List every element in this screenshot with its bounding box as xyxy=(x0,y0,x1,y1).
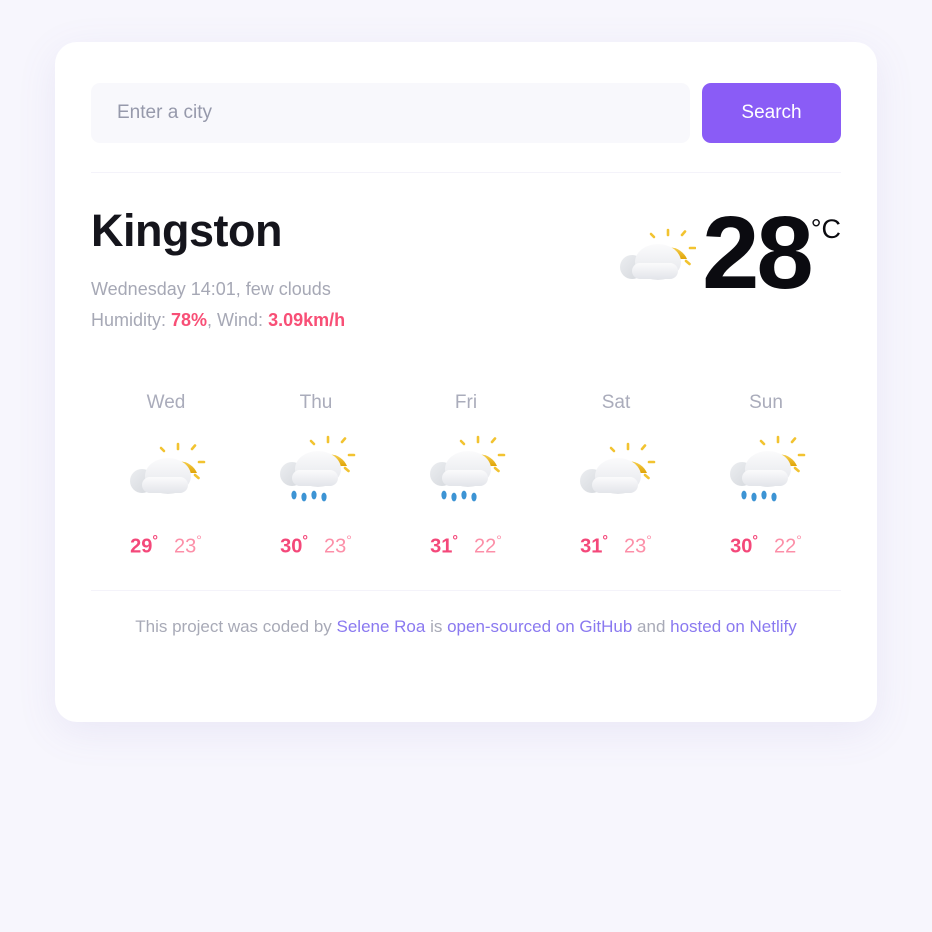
forecast-day-label: Sun xyxy=(749,391,783,413)
forecast-temp-min: 23° xyxy=(174,531,202,558)
netlify-link[interactable]: hosted on Netlify xyxy=(670,617,797,636)
forecast-row: Wed 29° 23° Thu 30° 23° Fri 31° 22° Sat … xyxy=(91,336,841,559)
search-row: Search xyxy=(91,42,841,143)
search-input[interactable] xyxy=(91,83,690,143)
forecast-day-fri[interactable]: Fri 31° 22° xyxy=(391,392,541,559)
forecast-temp-max: 30° xyxy=(280,531,308,558)
humidity-wind-line: Humidity: 78%, Wind: 3.09km/h xyxy=(91,305,345,336)
forecast-temp-max: 30° xyxy=(730,531,758,558)
search-button[interactable]: Search xyxy=(702,83,841,143)
forecast-day-thu[interactable]: Thu 30° 23° xyxy=(241,392,391,559)
sun-behind-rain-cloud-icon xyxy=(426,426,506,518)
sun-behind-cloud-icon xyxy=(618,226,697,287)
footer-mid-2: and xyxy=(632,617,671,637)
current-weather: Kingston Wednesday 14:01, few clouds Hum… xyxy=(91,173,841,336)
forecast-temp-max: 29° xyxy=(130,531,158,558)
forecast-day-label: Wed xyxy=(146,391,186,413)
app-background: Search Kingston Wednesday 14:01, few clo… xyxy=(0,0,932,932)
forecast-day-sun[interactable]: Sun 30° 22° xyxy=(691,392,841,559)
sun-behind-rain-cloud-icon xyxy=(276,426,356,518)
footer-prefix: This project was coded by xyxy=(135,617,337,637)
current-temperature-block: 28 °C xyxy=(618,195,841,310)
github-link[interactable]: open-sourced on GitHub xyxy=(447,617,632,636)
forecast-temp-max: 31° xyxy=(580,531,608,558)
author-link[interactable]: Selene Roa xyxy=(337,617,426,636)
forecast-day-label: Sat xyxy=(601,391,631,413)
current-conditions: Wednesday 14:01, few clouds Humidity: 78… xyxy=(91,274,345,336)
sun-behind-cloud-icon xyxy=(126,426,206,518)
forecast-temp-min: 22° xyxy=(474,531,502,558)
footer-mid-1: is xyxy=(425,617,448,637)
forecast-day-temps: 30° 23° xyxy=(280,532,352,559)
current-weather-details: Kingston Wednesday 14:01, few clouds Hum… xyxy=(91,201,345,336)
humidity-label: Humidity: xyxy=(91,309,172,330)
sun-behind-cloud-icon xyxy=(576,426,656,518)
current-temperature: 28 xyxy=(702,195,814,310)
forecast-day-temps: 31° 23° xyxy=(580,532,652,559)
city-name: Kingston xyxy=(91,205,282,256)
humidity-value: 78% xyxy=(171,309,208,330)
footer-credits: This project was coded by Selene Roa is … xyxy=(91,591,841,637)
forecast-temp-max: 31° xyxy=(430,531,458,558)
wind-value: 3.09km/h xyxy=(268,309,346,330)
forecast-day-sat[interactable]: Sat 31° 23° xyxy=(541,392,691,559)
wind-label: , Wind: xyxy=(207,309,269,330)
temperature-unit: °C xyxy=(810,214,841,244)
forecast-day-temps: 29° 23° xyxy=(130,532,202,559)
weather-card: Search Kingston Wednesday 14:01, few clo… xyxy=(55,42,877,722)
conditions-line: Wednesday 14:01, few clouds xyxy=(91,278,331,299)
forecast-temp-min: 22° xyxy=(774,531,802,558)
forecast-temp-min: 23° xyxy=(624,531,652,558)
forecast-day-temps: 31° 22° xyxy=(430,532,502,559)
forecast-day-label: Thu xyxy=(299,391,333,413)
forecast-temp-min: 23° xyxy=(324,531,352,558)
forecast-day-wed[interactable]: Wed 29° 23° xyxy=(91,392,241,559)
sun-behind-rain-cloud-icon xyxy=(726,426,806,518)
forecast-day-label: Fri xyxy=(454,391,478,413)
forecast-day-temps: 30° 22° xyxy=(730,532,802,559)
